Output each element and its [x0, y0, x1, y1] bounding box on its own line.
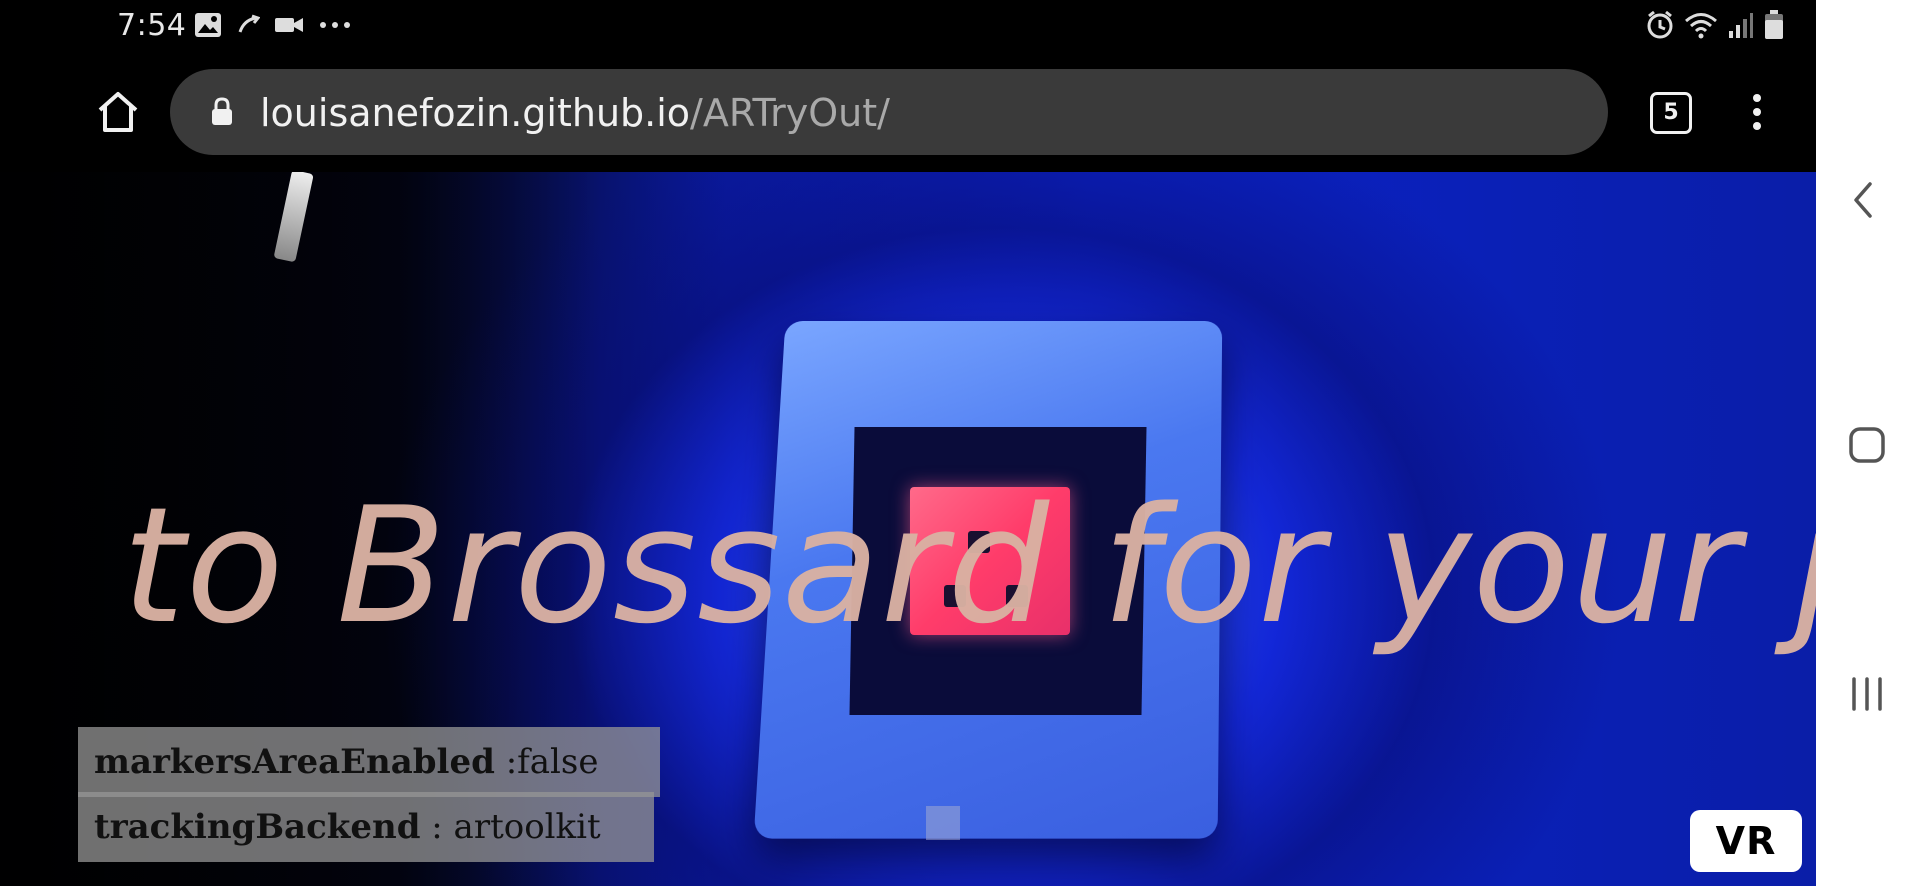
- status-time: 7:54: [117, 8, 187, 43]
- signal-icon: [1729, 13, 1753, 38]
- browser-toolbar: louisanefozin.github.io/ARTryOut/ 5: [0, 52, 1816, 172]
- lock-icon: [212, 97, 232, 125]
- url-host: louisanefozin.github.io: [260, 91, 691, 135]
- ar-camera-view[interactable]: to Brossard for your job? markersAreaEna…: [0, 172, 1816, 886]
- more-notifications-icon: [320, 22, 350, 28]
- url-path: /ARTryOut/: [690, 91, 890, 135]
- wifi-icon: [1685, 13, 1717, 39]
- ar-overlay-text: to Brossard for your job?: [122, 472, 1816, 659]
- nav-home-icon[interactable]: [1848, 426, 1886, 464]
- status-bar: 7:54: [0, 0, 1816, 52]
- recents-icon[interactable]: [1848, 676, 1886, 712]
- debug-markers-area: markersAreaEnabled :false: [78, 727, 660, 797]
- android-nav-bar: [1816, 0, 1920, 886]
- video-call-icon: [275, 18, 303, 32]
- system-icons: [1646, 10, 1784, 40]
- debug-tracking-backend-value: : artoolkit: [420, 807, 601, 847]
- tab-switcher-button[interactable]: 5: [1650, 92, 1692, 134]
- vr-button[interactable]: VR: [1690, 810, 1802, 872]
- screen-mirror-icon: [238, 14, 260, 33]
- debug-markers-area-value: :false: [494, 742, 599, 782]
- home-icon[interactable]: [94, 88, 142, 136]
- debug-markers-area-key: markersAreaEnabled: [94, 742, 495, 782]
- url-text: louisanefozin.github.io/ARTryOut/: [260, 91, 890, 135]
- address-bar[interactable]: louisanefozin.github.io/ARTryOut/: [170, 69, 1608, 155]
- alarm-icon: [1647, 10, 1673, 39]
- debug-tracking-backend-key: trackingBackend: [94, 807, 421, 847]
- battery-icon: [1765, 10, 1783, 39]
- ar-loading-square: [926, 806, 960, 840]
- more-menu-icon[interactable]: [1742, 88, 1772, 136]
- back-icon[interactable]: [1844, 180, 1884, 220]
- image-icon: [195, 13, 221, 37]
- debug-tracking-backend: trackingBackend : artoolkit: [78, 792, 654, 862]
- notification-icons: [194, 12, 352, 38]
